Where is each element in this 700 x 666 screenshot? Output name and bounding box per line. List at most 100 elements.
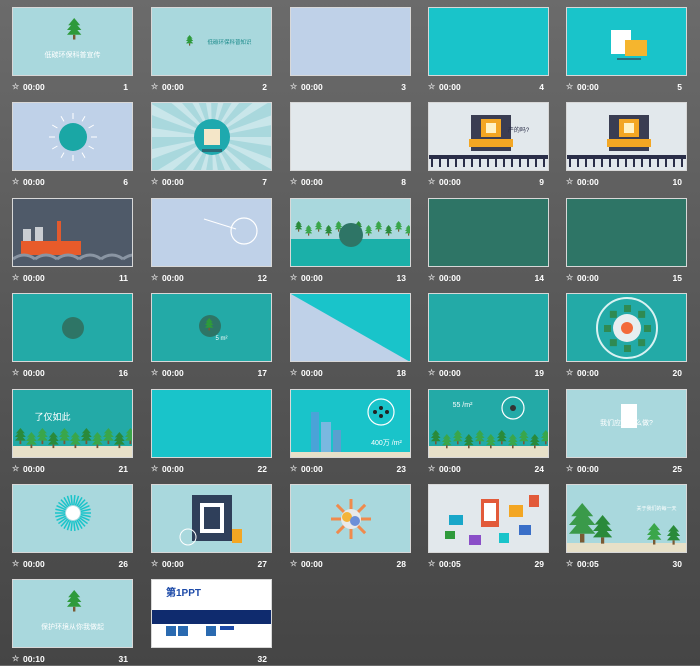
slide-preview[interactable] <box>151 389 272 458</box>
slide-preview[interactable] <box>428 7 549 76</box>
slide-thumbnail-19[interactable]: ☆ 00:00 19 <box>428 288 552 378</box>
slide-meta: ☆ 00:00 23 <box>290 464 414 476</box>
slide-preview[interactable]: 400万 /m² <box>290 389 411 458</box>
slide-timing: 00:05 <box>577 559 599 569</box>
slide-timing: 00:00 <box>439 368 461 378</box>
slide-thumbnail-12[interactable]: ☆ 00:00 12 <box>151 193 275 283</box>
slide-thumbnail-13[interactable]: ☆ 00:00 13 <box>290 193 414 283</box>
slide-preview[interactable] <box>428 293 549 362</box>
slide-meta: ☆ 00:00 18 <box>290 368 414 380</box>
slide-thumbnail-11[interactable]: ☆ 00:00 11 <box>12 193 136 283</box>
slide-timing: 00:00 <box>577 464 599 474</box>
slide-preview[interactable]: 低碳环保科普宣传 <box>12 7 133 76</box>
transition-icon: ☆ <box>428 464 436 473</box>
slide-preview[interactable] <box>428 484 549 553</box>
slide-thumbnail-3[interactable]: ☆ 00:00 3 <box>290 2 414 92</box>
slide-thumbnail-18[interactable]: ☆ 00:00 18 <box>290 288 414 378</box>
transition-icon: ☆ <box>428 559 436 568</box>
slide-meta: ☆ 00:00 13 <box>290 273 414 285</box>
slide-preview[interactable] <box>151 102 272 171</box>
slide-thumbnail-9[interactable]: 产的吗? ☆ 00:00 9 <box>428 97 552 187</box>
slide-artwork <box>331 499 371 539</box>
slide-preview[interactable] <box>566 7 687 76</box>
slide-thumbnail-26[interactable]: ☆ 00:00 26 <box>12 479 136 569</box>
slide-thumbnail-21[interactable]: 了仅如此 ☆ 00:00 21 <box>12 384 136 474</box>
slide-thumbnail-8[interactable]: ☆ 00:00 8 <box>290 97 414 187</box>
slide-preview[interactable]: 产的吗? <box>428 102 549 171</box>
slide-preview[interactable] <box>12 293 133 362</box>
slide-thumbnail-14[interactable]: ☆ 00:00 14 <box>428 193 552 283</box>
slide-preview[interactable] <box>566 102 687 171</box>
slide-meta: ☆ 00:00 14 <box>428 273 552 285</box>
slide-thumbnail-22[interactable]: ☆ 00:00 22 <box>151 384 275 474</box>
slide-thumbnail-32[interactable]: 第1PPT 32 <box>151 574 275 664</box>
transition-icon: ☆ <box>151 368 159 377</box>
slide-number: 28 <box>396 559 406 569</box>
slide-number: 29 <box>534 559 544 569</box>
transition-icon: ☆ <box>290 368 298 377</box>
slide-thumbnail-10[interactable]: ☆ 00:00 10 <box>566 97 690 187</box>
slide-thumbnail-17[interactable]: 5 m² ☆ 00:00 17 <box>151 288 275 378</box>
slide-artwork <box>152 390 272 458</box>
slide-preview[interactable]: 了仅如此 <box>12 389 133 458</box>
slide-meta: ☆ 00:00 1 <box>12 82 136 94</box>
slide-number: 25 <box>672 464 682 474</box>
slide-preview[interactable] <box>290 484 411 553</box>
slide-meta: ☆ 00:00 6 <box>12 177 136 189</box>
slide-number: 4 <box>539 82 544 92</box>
slide-preview[interactable] <box>428 198 549 267</box>
slide-preview[interactable] <box>12 102 133 171</box>
slide-preview[interactable]: 关于我们的每一天 <box>566 484 687 553</box>
slide-thumbnail-23[interactable]: 400万 /m² ☆ 00:00 23 <box>290 384 414 474</box>
slide-preview[interactable] <box>290 7 411 76</box>
slide-thumbnail-20[interactable]: ☆ 00:00 20 <box>566 288 690 378</box>
transition-icon: ☆ <box>290 559 298 568</box>
slide-thumbnail-28[interactable]: ☆ 00:00 28 <box>290 479 414 569</box>
slide-number: 19 <box>534 368 544 378</box>
slide-thumbnail-27[interactable]: ☆ 00:00 27 <box>151 479 275 569</box>
slide-preview[interactable]: 55 /m² <box>428 389 549 458</box>
slide-preview[interactable] <box>290 198 411 267</box>
slide-meta: ☆ 00:00 27 <box>151 559 275 571</box>
slide-thumbnail-30[interactable]: 关于我们的每一天 ☆ 00:05 30 <box>566 479 690 569</box>
slide-thumbnail-2[interactable]: 低碳环保科普知识 ☆ 00:00 2 <box>151 2 275 92</box>
slide-artwork <box>67 590 82 612</box>
slide-preview[interactable]: 我们应该怎么做? <box>566 389 687 458</box>
slide-preview[interactable] <box>12 198 133 267</box>
slide-preview[interactable] <box>12 484 133 553</box>
slide-thumbnail-15[interactable]: ☆ 00:00 15 <box>566 193 690 283</box>
slide-preview[interactable]: 低碳环保科普知识 <box>151 7 272 76</box>
slide-preview[interactable] <box>151 198 272 267</box>
slide-thumbnail-24[interactable]: 55 /m² ☆ 00:00 24 <box>428 384 552 474</box>
slide-thumbnail-16[interactable]: ☆ 00:00 16 <box>12 288 136 378</box>
slide-thumbnail-4[interactable]: ☆ 00:00 4 <box>428 2 552 92</box>
slide-preview[interactable]: 保护环境从你我做起 <box>12 579 133 648</box>
slide-thumbnail-29[interactable]: ☆ 00:05 29 <box>428 479 552 569</box>
transition-icon: ☆ <box>12 559 20 568</box>
slide-preview[interactable] <box>566 198 687 267</box>
slide-thumbnail-6[interactable]: ☆ 00:00 6 <box>12 97 136 187</box>
slide-meta: ☆ 00:00 25 <box>566 464 690 476</box>
slide-thumbnail-1[interactable]: 低碳环保科普宣传 ☆ 00:00 1 <box>12 2 136 92</box>
slide-meta: ☆ 00:05 30 <box>566 559 690 571</box>
slide-preview[interactable]: 第1PPT <box>151 579 272 648</box>
slide-preview[interactable] <box>566 293 687 362</box>
slide-thumbnail-31[interactable]: 保护环境从你我做起 ☆ 00:10 31 <box>12 574 136 664</box>
slide-number: 3 <box>401 82 406 92</box>
slide-timing: 00:00 <box>162 273 184 283</box>
slide-number: 26 <box>118 559 128 569</box>
slide-preview[interactable] <box>151 484 272 553</box>
slide-thumbnail-7[interactable]: ☆ 00:00 7 <box>151 97 275 187</box>
slide-preview[interactable] <box>290 102 411 171</box>
slide-meta: ☆ 00:00 11 <box>12 273 136 285</box>
slide-thumbnail-25[interactable]: 我们应该怎么做? ☆ 00:00 25 <box>566 384 690 474</box>
slide-caption: 低碳环保科普知识 <box>207 40 252 46</box>
slide-caption: 我们应该怎么做? <box>600 420 653 427</box>
slide-thumbnail-5[interactable]: ☆ 00:00 5 <box>566 2 690 92</box>
transition-icon: ☆ <box>12 654 20 663</box>
slide-artwork <box>203 217 258 245</box>
slide-preview[interactable]: 5 m² <box>151 293 272 362</box>
transition-icon: ☆ <box>12 273 20 282</box>
slide-preview[interactable] <box>290 293 411 362</box>
slide-meta: ☆ 00:00 19 <box>428 368 552 380</box>
